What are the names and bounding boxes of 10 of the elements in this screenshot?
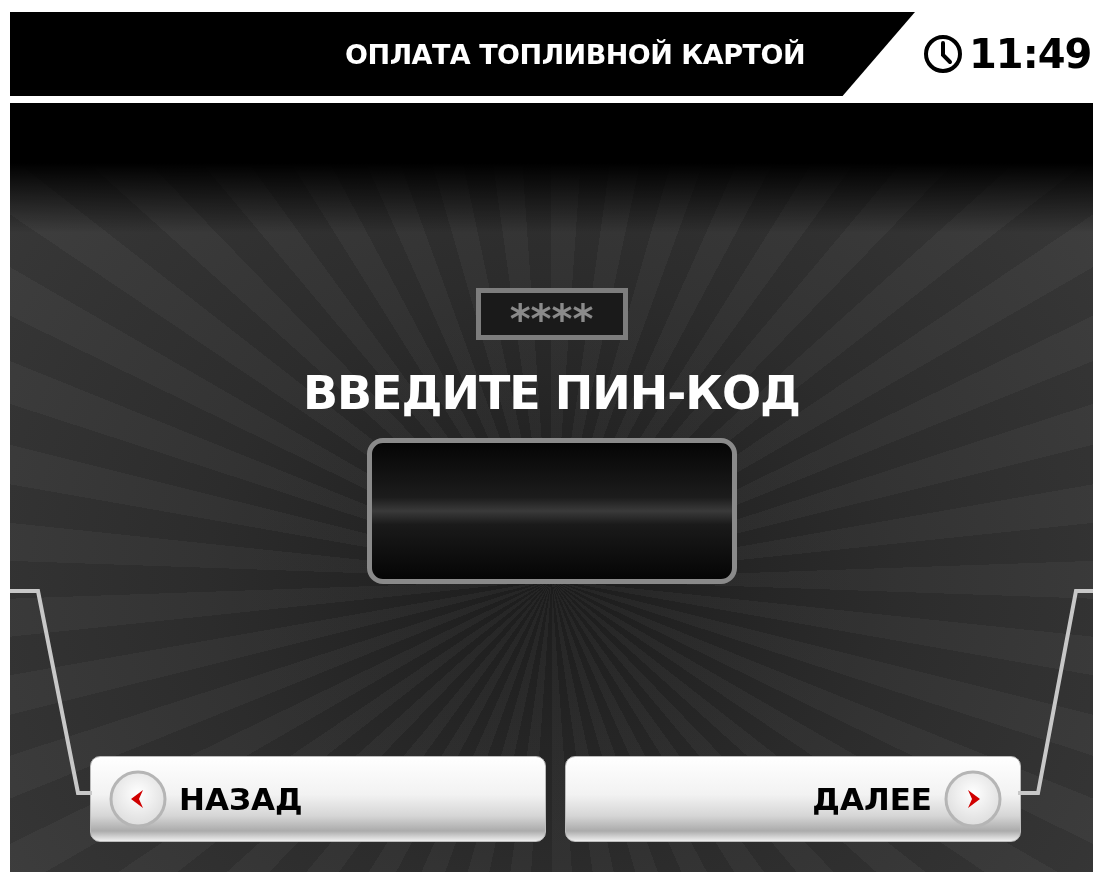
clock-time: 11:49 — [969, 31, 1092, 77]
clock-icon — [923, 34, 963, 74]
right-chevron-icon — [944, 770, 1002, 828]
pin-input-field[interactable] — [366, 438, 737, 584]
next-button[interactable]: ДАЛЕЕ — [565, 756, 1021, 842]
pin-mask-label: **** — [475, 288, 628, 340]
screen-title: ОПЛАТА ТОПЛИВНОЙ КАРТОЙ — [345, 38, 805, 70]
back-button[interactable]: НАЗАД — [90, 756, 546, 842]
left-chevron-icon — [109, 770, 167, 828]
prompt-heading: ВВЕДИТЕ ПИН-КОД — [302, 366, 801, 420]
